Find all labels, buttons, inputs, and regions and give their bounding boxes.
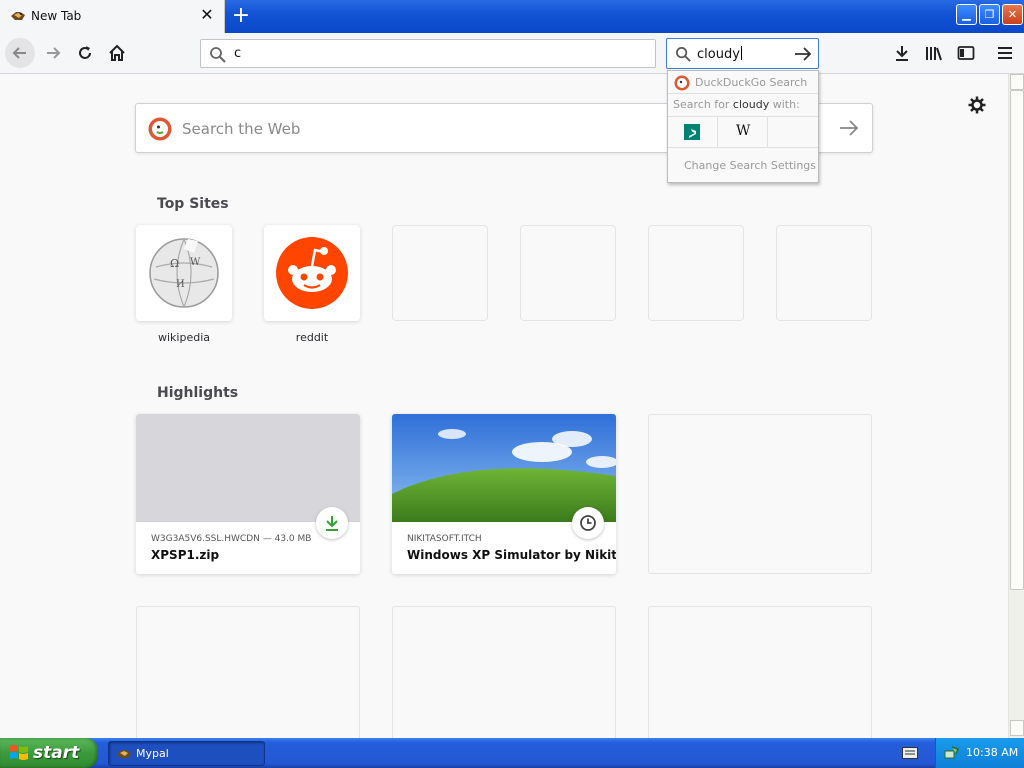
top-site-label: reddit xyxy=(295,331,329,344)
top-site-tile[interactable]: Ω W И xyxy=(136,225,232,321)
home-button[interactable] xyxy=(102,38,132,68)
nav-toolbar: c cloudy xyxy=(0,33,1024,74)
tab-close-icon[interactable]: ✕ xyxy=(199,7,215,23)
bing-icon xyxy=(684,124,700,140)
title-bar: New Tab ✕ + ▁ ❐ ✕ xyxy=(0,0,1024,33)
svg-text:Ω: Ω xyxy=(170,257,179,270)
mypal-icon xyxy=(117,750,131,758)
bliss-wallpaper-thumbnail xyxy=(392,414,616,522)
minimize-button[interactable]: ▁ xyxy=(956,4,977,25)
highlight-badge xyxy=(316,507,348,539)
taskbar: start Mypal 10:38 AM xyxy=(0,738,1024,768)
network-tray-icon[interactable] xyxy=(944,745,960,761)
highlight-thumbnail xyxy=(136,414,360,522)
search-icon xyxy=(676,47,691,62)
close-window-button[interactable]: ✕ xyxy=(1002,4,1023,25)
mypal-favicon-icon xyxy=(11,12,25,20)
vertical-scrollbar[interactable] xyxy=(1008,74,1024,738)
keyboard-icon[interactable] xyxy=(902,747,918,759)
forward-button[interactable] xyxy=(38,38,68,68)
highlights-title: Highlights xyxy=(157,385,239,401)
url-bar[interactable]: c xyxy=(200,39,656,68)
top-site-empty-slot xyxy=(776,225,872,321)
history-clock-icon xyxy=(580,515,596,531)
wikipedia-engine-button[interactable]: W xyxy=(718,117,768,147)
library-icon[interactable] xyxy=(925,44,943,62)
tab-title: New Tab xyxy=(31,9,82,23)
popup-engine-name: DuckDuckGo Search xyxy=(695,76,808,89)
scrollbar-thumb[interactable] xyxy=(1010,90,1024,590)
highlight-card[interactable]: W3G3A5V6.SSL.HWCDN — 43.0 MB XPSP1.zip xyxy=(136,414,360,574)
clock: 10:38 AM xyxy=(966,746,1019,759)
bing-engine-button[interactable] xyxy=(668,117,718,147)
wikipedia-globe-icon: Ω W И xyxy=(149,238,219,308)
duckduckgo-icon xyxy=(674,75,690,91)
highlight-source: NIKITASOFT.ITCH xyxy=(407,534,482,544)
highlight-source: W3G3A5V6.SSL.HWCDN — 43.0 MB xyxy=(151,534,312,544)
settings-gear-icon[interactable] xyxy=(968,96,986,114)
search-bar[interactable]: cloudy xyxy=(666,38,819,69)
top-site-empty-slot xyxy=(392,225,488,321)
svg-text:И: И xyxy=(176,279,185,290)
top-site-empty-slot xyxy=(520,225,616,321)
highlight-card[interactable]: NIKITASOFT.ITCH Windows XP Simulator by … xyxy=(392,414,616,574)
go-arrow-icon[interactable] xyxy=(794,46,812,62)
search-suggestions-popup: DuckDuckGo Search Search for cloudy with… xyxy=(667,70,819,183)
forward-arrow-icon xyxy=(47,47,61,59)
scroll-up-button[interactable] xyxy=(1010,74,1024,90)
start-label: start xyxy=(33,743,80,763)
system-tray: 10:38 AM xyxy=(935,738,1024,768)
search-bar-value: cloudy xyxy=(697,46,742,62)
taskbar-item-mypal[interactable]: Mypal xyxy=(108,741,265,766)
reddit-alien-icon xyxy=(276,237,348,309)
search-icon xyxy=(210,47,226,63)
start-button[interactable]: start xyxy=(0,738,98,768)
sidebar-icon[interactable] xyxy=(957,44,975,62)
taskbar-item-label: Mypal xyxy=(136,747,169,760)
new-tab-button[interactable]: + xyxy=(231,5,251,27)
downloads-icon[interactable] xyxy=(893,44,911,62)
reload-button[interactable] xyxy=(70,38,100,68)
download-icon xyxy=(326,516,338,531)
top-site-empty-slot xyxy=(648,225,744,321)
scroll-down-button[interactable] xyxy=(1010,720,1024,736)
highlight-title: XPSP1.zip xyxy=(151,548,220,562)
popup-divider xyxy=(668,93,818,94)
top-site-tile[interactable] xyxy=(264,225,360,321)
popup-search-for-text: Search for cloudy with: xyxy=(673,98,800,111)
back-arrow-icon xyxy=(12,47,26,59)
change-search-settings-link[interactable]: Change Search Settings xyxy=(684,159,816,172)
highlight-title: Windows XP Simulator by Nikita... xyxy=(407,548,616,562)
tab-new-tab[interactable]: New Tab ✕ xyxy=(0,0,225,33)
home-icon xyxy=(109,44,125,61)
reload-icon xyxy=(79,46,91,59)
back-button[interactable] xyxy=(5,38,35,68)
top-sites-title: Top Sites xyxy=(157,196,229,212)
top-site-label: wikipedia xyxy=(157,331,210,344)
restore-button[interactable]: ❐ xyxy=(979,4,1000,25)
search-submit-arrow-icon[interactable] xyxy=(839,119,859,137)
windows-logo-icon xyxy=(10,745,28,760)
url-bar-value: c xyxy=(234,46,242,61)
svg-text:W: W xyxy=(190,257,201,268)
popup-divider xyxy=(668,147,818,148)
highlight-empty-slot xyxy=(648,414,872,574)
web-search-placeholder: Search the Web xyxy=(182,120,301,138)
highlight-badge xyxy=(572,507,604,539)
duckduckgo-icon xyxy=(148,117,172,141)
wikipedia-icon: W xyxy=(736,123,751,139)
menu-hamburger-icon[interactable] xyxy=(996,44,1014,62)
